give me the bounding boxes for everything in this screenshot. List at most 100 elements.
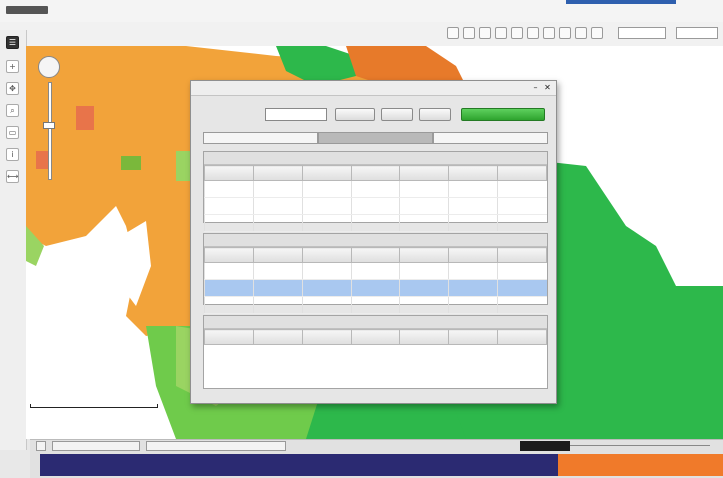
column-header[interactable] (301, 247, 352, 263)
tab-1[interactable] (203, 132, 318, 144)
menu-icon[interactable]: ☰ (6, 36, 19, 49)
timeline-tab-1[interactable] (52, 441, 140, 451)
table-row[interactable] (204, 197, 547, 215)
table-cell (448, 214, 498, 232)
table-cell (350, 262, 400, 280)
query-button-3[interactable] (419, 108, 451, 121)
column-header[interactable] (301, 165, 352, 181)
column-header[interactable] (497, 165, 547, 181)
table-cell (497, 279, 547, 297)
column-header[interactable] (399, 165, 450, 181)
table-cell (252, 180, 303, 198)
section-title (204, 152, 547, 165)
tab-2[interactable] (318, 132, 433, 144)
table-cell (350, 279, 400, 297)
measure-icon[interactable] (575, 27, 587, 39)
filter-icon[interactable] (511, 27, 523, 39)
column-header[interactable] (204, 329, 254, 345)
column-header[interactable] (204, 165, 254, 181)
table-row[interactable] (204, 180, 547, 198)
timeline-panel (30, 439, 723, 478)
grid-icon[interactable] (447, 27, 459, 39)
timeline-marker[interactable] (520, 441, 570, 451)
timeline-tabs (30, 440, 723, 452)
column-header[interactable] (252, 165, 303, 181)
print-icon[interactable] (527, 27, 539, 39)
region-patch-1[interactable] (76, 106, 94, 130)
toolbar-select-1[interactable] (618, 27, 666, 39)
timeline-toggle-icon[interactable] (36, 441, 46, 451)
region-patch-2[interactable] (121, 156, 141, 170)
pan-compass-icon[interactable] (38, 56, 60, 78)
column-header[interactable] (448, 329, 499, 345)
timeline-bar[interactable] (40, 454, 723, 476)
table-cell (252, 279, 303, 297)
breadcrumb[interactable] (6, 6, 48, 14)
search-icon[interactable]: ⌕ (6, 104, 19, 117)
export-icon[interactable] (543, 27, 555, 39)
table-row[interactable] (204, 296, 547, 314)
primary-action-button[interactable] (461, 108, 545, 121)
column-header[interactable] (497, 329, 547, 345)
query-input[interactable] (265, 108, 327, 121)
tab-3[interactable] (433, 132, 548, 144)
home-icon[interactable] (559, 27, 571, 39)
column-header[interactable] (204, 247, 254, 263)
table-cell (497, 262, 547, 280)
table-cell (204, 262, 254, 280)
column-header[interactable] (350, 329, 401, 345)
column-header[interactable] (448, 165, 499, 181)
table-cell (399, 214, 449, 232)
chart-icon[interactable] (495, 27, 507, 39)
zoom-thumb[interactable] (43, 122, 55, 129)
column-header[interactable] (399, 247, 450, 263)
table-cell (497, 296, 547, 314)
query-row (203, 108, 548, 124)
column-header[interactable] (252, 247, 303, 263)
toolbar-select-2[interactable] (676, 27, 718, 39)
table-cell (252, 214, 303, 232)
table-cell (301, 197, 352, 215)
query-dialog: – ✕ (190, 80, 557, 404)
zoom-track[interactable] (48, 82, 52, 180)
query-button-1[interactable] (335, 108, 375, 121)
table-cell (301, 279, 352, 297)
table-row[interactable] (204, 214, 547, 232)
section-title (204, 234, 547, 247)
query-button-2[interactable] (381, 108, 413, 121)
table-cell (350, 214, 400, 232)
pan-icon[interactable]: ✥ (6, 82, 19, 95)
dialog-tabs (203, 132, 548, 145)
info-icon[interactable]: i (6, 148, 19, 161)
result-section-3 (203, 315, 548, 389)
column-header[interactable] (301, 329, 352, 345)
table-row-selected[interactable] (204, 279, 547, 297)
column-header[interactable] (448, 247, 499, 263)
table-cell (497, 197, 547, 215)
zoom-in-icon[interactable]: + (6, 60, 19, 73)
close-icon[interactable]: ✕ (543, 83, 552, 92)
table-cell (252, 262, 303, 280)
column-header[interactable] (350, 247, 401, 263)
table-cell (448, 262, 498, 280)
timeline-highlight[interactable] (558, 454, 723, 476)
ruler-icon[interactable]: ⟷ (6, 170, 19, 183)
timeline-rule (570, 445, 710, 446)
table-cell (399, 296, 449, 314)
table-cell (350, 197, 400, 215)
minimize-icon[interactable]: – (531, 83, 540, 92)
table-cell (497, 180, 547, 198)
settings-icon[interactable] (591, 27, 603, 39)
timeline-tab-2[interactable] (146, 441, 286, 451)
table-cell (448, 296, 498, 314)
column-header[interactable] (497, 247, 547, 263)
layers-icon[interactable] (463, 27, 475, 39)
select-icon[interactable]: ▭ (6, 126, 19, 139)
column-header[interactable] (399, 329, 450, 345)
column-header[interactable] (252, 329, 303, 345)
zoom-control (38, 56, 60, 181)
result-table-3 (204, 329, 547, 345)
table-row[interactable] (204, 262, 547, 280)
column-header[interactable] (350, 165, 401, 181)
table-icon[interactable] (479, 27, 491, 39)
